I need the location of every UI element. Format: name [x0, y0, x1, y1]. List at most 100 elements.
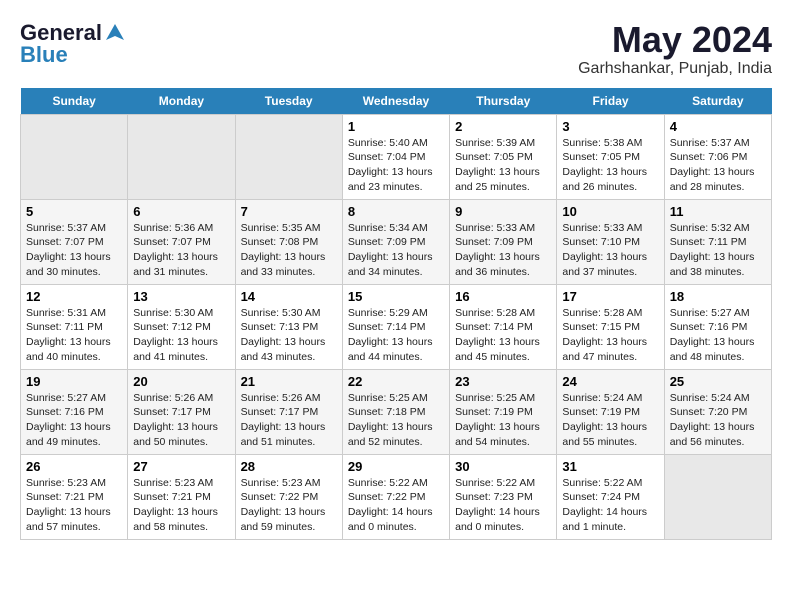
logo-text-blue: Blue: [20, 42, 68, 68]
calendar-cell: [664, 454, 771, 539]
date-number: 29: [348, 459, 444, 474]
week-row-5: 26 Sunrise: 5:23 AM Sunset: 7:21 PM Dayli…: [21, 454, 772, 539]
date-number: 4: [670, 119, 766, 134]
cell-daylight-info: Sunrise: 5:39 AM Sunset: 7:05 PM Dayligh…: [455, 136, 551, 195]
calendar-cell: 24 Sunrise: 5:24 AM Sunset: 7:19 PM Dayli…: [557, 369, 664, 454]
calendar-cell: 16 Sunrise: 5:28 AM Sunset: 7:14 PM Dayli…: [450, 284, 557, 369]
date-number: 11: [670, 204, 766, 219]
calendar-table: Sunday Monday Tuesday Wednesday Thursday…: [20, 88, 772, 540]
week-row-2: 5Sunrise: 5:37 AM Sunset: 7:07 PM Daylig…: [21, 199, 772, 284]
calendar-cell: 28Sunrise: 5:23 AM Sunset: 7:22 PM Dayli…: [235, 454, 342, 539]
date-number: 16: [455, 289, 551, 304]
header-monday: Monday: [128, 88, 235, 115]
calendar-cell: 12 Sunrise: 5:31 AM Sunset: 7:11 PM Dayli…: [21, 284, 128, 369]
cell-daylight-info: Sunrise: 5:40 AM Sunset: 7:04 PM Dayligh…: [348, 136, 444, 195]
calendar-cell: 14 Sunrise: 5:30 AM Sunset: 7:13 PM Dayli…: [235, 284, 342, 369]
date-number: 15: [348, 289, 444, 304]
date-number: 17: [562, 289, 658, 304]
cell-daylight-info: Sunrise: 5:28 AM Sunset: 7:15 PM Dayligh…: [562, 306, 658, 365]
week-row-1: 1 Sunrise: 5:40 AM Sunset: 7:04 PM Daylig…: [21, 114, 772, 199]
month-year-title: May 2024: [578, 20, 772, 60]
date-number: 14: [241, 289, 337, 304]
calendar-cell: 2 Sunrise: 5:39 AM Sunset: 7:05 PM Daylig…: [450, 114, 557, 199]
date-number: 3: [562, 119, 658, 134]
cell-daylight-info: Sunrise: 5:35 AM Sunset: 7:08 PM Dayligh…: [241, 221, 337, 280]
cell-daylight-info: Sunrise: 5:25 AM Sunset: 7:19 PM Dayligh…: [455, 391, 551, 450]
date-number: 1: [348, 119, 444, 134]
calendar-cell: 31Sunrise: 5:22 AM Sunset: 7:24 PM Dayli…: [557, 454, 664, 539]
calendar-cell: [21, 114, 128, 199]
date-number: 13: [133, 289, 229, 304]
cell-daylight-info: Sunrise: 5:24 AM Sunset: 7:19 PM Dayligh…: [562, 391, 658, 450]
date-number: 6: [133, 204, 229, 219]
date-number: 5: [26, 204, 122, 219]
cell-daylight-info: Sunrise: 5:23 AM Sunset: 7:22 PM Dayligh…: [241, 476, 337, 535]
date-number: 31: [562, 459, 658, 474]
calendar-cell: [128, 114, 235, 199]
cell-daylight-info: Sunrise: 5:26 AM Sunset: 7:17 PM Dayligh…: [241, 391, 337, 450]
calendar-cell: 10Sunrise: 5:33 AM Sunset: 7:10 PM Dayli…: [557, 199, 664, 284]
date-number: 19: [26, 374, 122, 389]
cell-daylight-info: Sunrise: 5:22 AM Sunset: 7:22 PM Dayligh…: [348, 476, 444, 535]
calendar-cell: 25 Sunrise: 5:24 AM Sunset: 7:20 PM Dayli…: [664, 369, 771, 454]
calendar-cell: 8 Sunrise: 5:34 AM Sunset: 7:09 PM Daylig…: [342, 199, 449, 284]
header-sunday: Sunday: [21, 88, 128, 115]
header-thursday: Thursday: [450, 88, 557, 115]
cell-daylight-info: Sunrise: 5:28 AM Sunset: 7:14 PM Dayligh…: [455, 306, 551, 365]
week-row-3: 12 Sunrise: 5:31 AM Sunset: 7:11 PM Dayli…: [21, 284, 772, 369]
header-friday: Friday: [557, 88, 664, 115]
header-tuesday: Tuesday: [235, 88, 342, 115]
header-saturday: Saturday: [664, 88, 771, 115]
date-number: 21: [241, 374, 337, 389]
calendar-cell: 6 Sunrise: 5:36 AM Sunset: 7:07 PM Daylig…: [128, 199, 235, 284]
location-subtitle: Garhshankar, Punjab, India: [578, 60, 772, 78]
calendar-cell: 27 Sunrise: 5:23 AM Sunset: 7:21 PM Dayli…: [128, 454, 235, 539]
date-number: 24: [562, 374, 658, 389]
calendar-cell: 15 Sunrise: 5:29 AM Sunset: 7:14 PM Dayli…: [342, 284, 449, 369]
page-header: General Blue May 2024 Garhshankar, Punja…: [20, 20, 772, 78]
logo-bird-icon: [104, 22, 126, 44]
date-number: 23: [455, 374, 551, 389]
cell-daylight-info: Sunrise: 5:22 AM Sunset: 7:23 PM Dayligh…: [455, 476, 551, 535]
logo: General Blue: [20, 20, 126, 68]
cell-daylight-info: Sunrise: 5:24 AM Sunset: 7:20 PM Dayligh…: [670, 391, 766, 450]
calendar-cell: 29 Sunrise: 5:22 AM Sunset: 7:22 PM Dayli…: [342, 454, 449, 539]
cell-daylight-info: Sunrise: 5:36 AM Sunset: 7:07 PM Dayligh…: [133, 221, 229, 280]
date-number: 12: [26, 289, 122, 304]
calendar-cell: 5Sunrise: 5:37 AM Sunset: 7:07 PM Daylig…: [21, 199, 128, 284]
cell-daylight-info: Sunrise: 5:29 AM Sunset: 7:14 PM Dayligh…: [348, 306, 444, 365]
date-number: 7: [241, 204, 337, 219]
calendar-cell: [235, 114, 342, 199]
cell-daylight-info: Sunrise: 5:30 AM Sunset: 7:13 PM Dayligh…: [241, 306, 337, 365]
cell-daylight-info: Sunrise: 5:23 AM Sunset: 7:21 PM Dayligh…: [26, 476, 122, 535]
date-number: 9: [455, 204, 551, 219]
date-number: 10: [562, 204, 658, 219]
cell-daylight-info: Sunrise: 5:37 AM Sunset: 7:06 PM Dayligh…: [670, 136, 766, 195]
date-number: 26: [26, 459, 122, 474]
calendar-cell: 23 Sunrise: 5:25 AM Sunset: 7:19 PM Dayli…: [450, 369, 557, 454]
calendar-cell: 7 Sunrise: 5:35 AM Sunset: 7:08 PM Daylig…: [235, 199, 342, 284]
days-header-row: Sunday Monday Tuesday Wednesday Thursday…: [21, 88, 772, 115]
calendar-cell: 22Sunrise: 5:25 AM Sunset: 7:18 PM Dayli…: [342, 369, 449, 454]
title-area: May 2024 Garhshankar, Punjab, India: [578, 20, 772, 78]
cell-daylight-info: Sunrise: 5:34 AM Sunset: 7:09 PM Dayligh…: [348, 221, 444, 280]
calendar-cell: 18Sunrise: 5:27 AM Sunset: 7:16 PM Dayli…: [664, 284, 771, 369]
calendar-cell: 3 Sunrise: 5:38 AM Sunset: 7:05 PM Daylig…: [557, 114, 664, 199]
cell-daylight-info: Sunrise: 5:31 AM Sunset: 7:11 PM Dayligh…: [26, 306, 122, 365]
cell-daylight-info: Sunrise: 5:25 AM Sunset: 7:18 PM Dayligh…: [348, 391, 444, 450]
week-row-4: 19Sunrise: 5:27 AM Sunset: 7:16 PM Dayli…: [21, 369, 772, 454]
date-number: 18: [670, 289, 766, 304]
cell-daylight-info: Sunrise: 5:26 AM Sunset: 7:17 PM Dayligh…: [133, 391, 229, 450]
date-number: 2: [455, 119, 551, 134]
cell-daylight-info: Sunrise: 5:23 AM Sunset: 7:21 PM Dayligh…: [133, 476, 229, 535]
cell-daylight-info: Sunrise: 5:38 AM Sunset: 7:05 PM Dayligh…: [562, 136, 658, 195]
date-number: 30: [455, 459, 551, 474]
calendar-cell: 19Sunrise: 5:27 AM Sunset: 7:16 PM Dayli…: [21, 369, 128, 454]
date-number: 27: [133, 459, 229, 474]
calendar-cell: 17 Sunrise: 5:28 AM Sunset: 7:15 PM Dayli…: [557, 284, 664, 369]
date-number: 25: [670, 374, 766, 389]
date-number: 20: [133, 374, 229, 389]
calendar-cell: 11Sunrise: 5:32 AM Sunset: 7:11 PM Dayli…: [664, 199, 771, 284]
cell-daylight-info: Sunrise: 5:33 AM Sunset: 7:09 PM Dayligh…: [455, 221, 551, 280]
date-number: 8: [348, 204, 444, 219]
